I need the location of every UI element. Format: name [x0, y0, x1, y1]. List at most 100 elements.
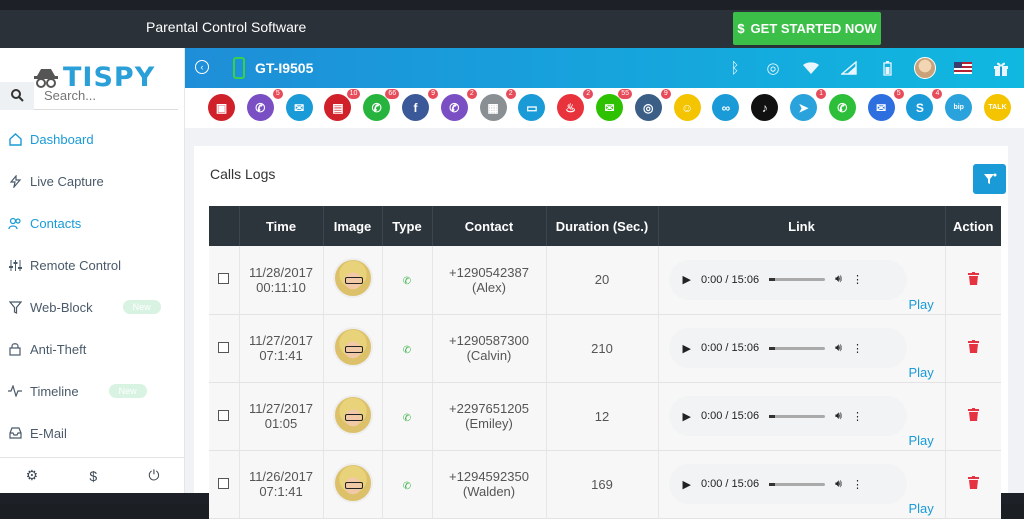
link-cell: ▶ 0:00 / 15:06 🔊︎ ⋮ Play	[658, 314, 946, 383]
mail-icon[interactable]: ✉	[285, 94, 313, 121]
audio-player[interactable]: ▶ 0:00 / 15:06 🔊︎ ⋮	[668, 464, 907, 504]
volume-icon[interactable]: 🔊︎	[835, 410, 842, 423]
back-icon[interactable]: ‹	[195, 60, 209, 74]
audio-player[interactable]: ▶ 0:00 / 15:06 🔊︎ ⋮	[668, 396, 907, 436]
audio-seek-bar[interactable]	[769, 482, 826, 486]
row-checkbox[interactable]	[218, 477, 230, 489]
calls-log-card: Calls Logs Time Image Type Contact Durat…	[194, 146, 1008, 519]
tiktok-icon[interactable]: ♪	[751, 94, 779, 121]
sidebar-item-anti-theft[interactable]: Anti-Theft	[0, 328, 185, 370]
wechat-icon[interactable]: ✉ 55	[596, 89, 632, 121]
play-link[interactable]: Play	[909, 297, 934, 312]
app-glyph: ∞	[721, 100, 731, 115]
get-started-button[interactable]: $ GET STARTED NOW	[733, 12, 881, 45]
audio-seek-bar[interactable]	[769, 346, 826, 350]
app-glyph: ♨	[565, 100, 577, 115]
call-time: 01:05	[264, 416, 298, 431]
duration-cell: 12	[546, 382, 659, 451]
line-icon[interactable]: ✆	[828, 94, 856, 121]
messenger-icon[interactable]: ✉ 5	[867, 89, 904, 121]
time-cell: 11/26/2017 07:1:41	[239, 450, 324, 519]
bip-icon[interactable]: bip	[945, 94, 973, 121]
contact-cell: +1290542387 (Alex)	[432, 246, 547, 315]
audio-seek-bar[interactable]	[769, 414, 826, 418]
desktop-icon[interactable]: ▭	[518, 94, 546, 121]
whatsapp-icon[interactable]: ✆ 66	[363, 89, 400, 121]
talk-icon[interactable]: TALK	[984, 94, 1011, 121]
bluetooth-icon[interactable]: ᛒ	[716, 54, 754, 82]
row-checkbox[interactable]	[218, 341, 230, 353]
settings-icon[interactable]: ⚙	[26, 467, 39, 484]
get-started-label: GET STARTED NOW	[750, 21, 877, 36]
tinder-icon[interactable]: ♨ 2	[557, 89, 594, 121]
battery-icon[interactable]	[868, 54, 906, 82]
gift-icon[interactable]	[982, 54, 1020, 82]
sidebar-item-timeline[interactable]: Timeline New	[0, 370, 185, 412]
search-input[interactable]	[44, 88, 164, 103]
notification-count: 1	[816, 89, 826, 99]
search-icon[interactable]	[0, 81, 34, 110]
seek-progress	[769, 482, 776, 486]
skype-icon[interactable]: S4	[906, 89, 943, 121]
us-flag-icon[interactable]	[944, 54, 982, 82]
play-link[interactable]: Play	[909, 501, 934, 516]
sidebar-item-remote-control[interactable]: Remote Control	[0, 244, 185, 286]
play-icon[interactable]: ▶	[683, 342, 691, 355]
audio-player[interactable]: ▶ 0:00 / 15:06 🔊︎ ⋮	[668, 328, 907, 368]
volume-icon[interactable]: 🔊︎	[835, 478, 842, 491]
viber-2-icon[interactable]: ✆ 2	[440, 89, 477, 121]
row-checkbox[interactable]	[218, 273, 230, 285]
screen-recorder-icon[interactable]: ▣	[208, 94, 235, 121]
play-icon[interactable]: ▶	[683, 478, 691, 491]
snapchat-icon[interactable]: ☺	[673, 94, 701, 121]
play-link[interactable]: Play	[909, 433, 934, 448]
instagram-icon[interactable]: ◎ 9	[634, 89, 671, 121]
more-options-icon[interactable]: ⋮	[852, 273, 863, 286]
signal-icon[interactable]	[830, 54, 868, 82]
delete-icon[interactable]	[967, 340, 979, 356]
dollar-icon[interactable]: $	[89, 468, 97, 484]
volume-icon[interactable]: 🔊︎	[835, 342, 842, 355]
telegram-icon[interactable]: ➤ 1	[790, 89, 826, 121]
app-glyph: ▤	[332, 100, 344, 115]
hike-icon[interactable]: ∞	[712, 94, 740, 121]
image-cell	[323, 246, 383, 315]
more-options-icon[interactable]: ⋮	[852, 410, 863, 423]
filter-button[interactable]	[973, 164, 1006, 194]
app-glyph: TALK	[988, 104, 1007, 111]
sidebar-item-label: Dashboard	[30, 131, 94, 147]
sidebar-item-label: E-Mail	[30, 425, 67, 441]
row-checkbox[interactable]	[218, 409, 230, 421]
gallery-icon[interactable]: ▤ 10	[324, 89, 361, 121]
sidebar-item-web-block[interactable]: Web-Block New	[0, 286, 185, 328]
sidebar-item-contacts[interactable]: Contacts	[0, 202, 185, 244]
dollar-icon: $	[737, 21, 745, 36]
sidebar-item-live-capture[interactable]: Live Capture	[0, 160, 185, 202]
play-link[interactable]: Play	[909, 365, 934, 380]
audio-seek-bar[interactable]	[769, 278, 826, 282]
more-options-icon[interactable]: ⋮	[852, 342, 863, 355]
inbox-icon	[8, 426, 22, 440]
power-icon[interactable]: ⏻	[148, 467, 159, 484]
sidebar-item-dashboard[interactable]: Dashboard	[0, 118, 185, 160]
volume-icon[interactable]: 🔊︎	[835, 273, 842, 286]
user-avatar[interactable]	[906, 54, 944, 82]
delete-icon[interactable]	[967, 408, 979, 424]
files-icon[interactable]: ▦ 2	[479, 89, 516, 121]
sidebar-item-label: Timeline	[30, 383, 79, 399]
gps-icon[interactable]: ◎	[754, 54, 792, 82]
delete-icon[interactable]	[967, 271, 979, 288]
play-icon[interactable]: ▶	[683, 273, 691, 286]
viber-icon[interactable]: ✆ 5	[246, 89, 283, 121]
wifi-icon[interactable]	[792, 54, 830, 82]
sidebar-item-email[interactable]: E-Mail	[0, 412, 185, 454]
contact-number: +2297651205	[449, 401, 529, 416]
app-glyph: ▭	[526, 100, 538, 115]
more-options-icon[interactable]: ⋮	[852, 478, 863, 491]
audio-player[interactable]: ▶ 0:00 / 15:06 🔊︎ ⋮	[668, 259, 907, 300]
notification-count: 66	[385, 89, 400, 99]
delete-icon[interactable]	[967, 476, 979, 492]
play-icon[interactable]: ▶	[683, 410, 691, 423]
action-cell	[945, 450, 1001, 519]
facebook-icon[interactable]: f9	[402, 89, 438, 121]
